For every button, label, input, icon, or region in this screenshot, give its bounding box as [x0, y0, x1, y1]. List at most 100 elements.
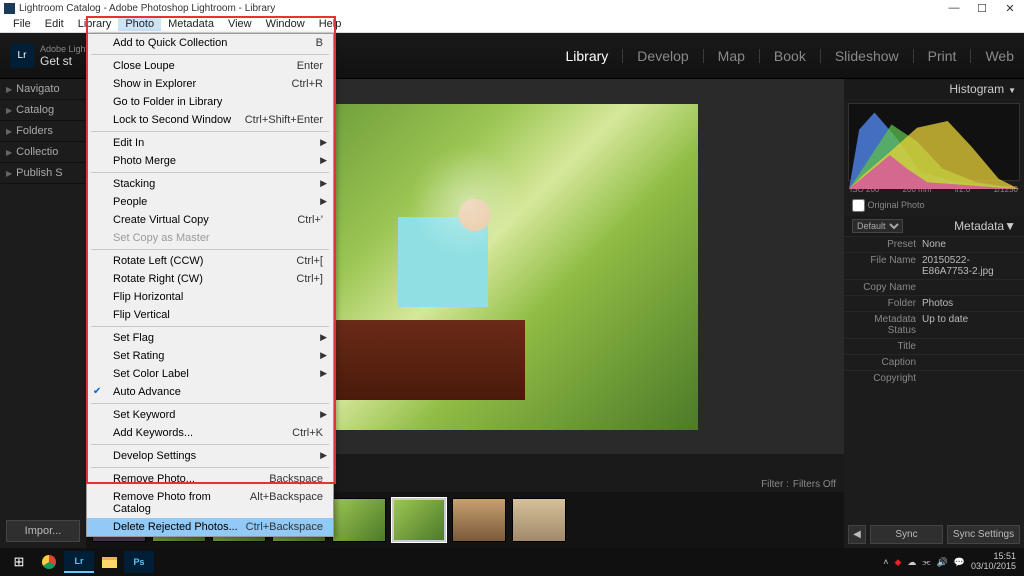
left-panel-publish s[interactable]: ▶Publish S — [0, 163, 86, 184]
start-button[interactable]: ⊞ — [4, 551, 34, 573]
taskbar-clock[interactable]: 15:51 03/10/2015 — [971, 552, 1020, 572]
menu-library[interactable]: Library — [71, 17, 119, 31]
histogram[interactable] — [848, 103, 1020, 181]
menu-item-go-to-folder-in-library[interactable]: Go to Folder in Library — [87, 93, 333, 111]
menu-edit[interactable]: Edit — [38, 17, 71, 31]
left-panel-navigato[interactable]: ▶Navigato — [0, 79, 86, 100]
menu-help[interactable]: Help — [312, 17, 349, 31]
menu-item-set-color-label[interactable]: Set Color Label▶ — [87, 365, 333, 383]
menu-item-people[interactable]: People▶ — [87, 193, 333, 211]
menu-view[interactable]: View — [221, 17, 259, 31]
menu-item-create-virtual-copy[interactable]: Create Virtual CopyCtrl+' — [87, 211, 333, 229]
metadata-row-caption[interactable]: Caption — [844, 354, 1024, 370]
metadata-row-file-name[interactable]: File Name20150522-E86A7753-2.jpg — [844, 252, 1024, 279]
menu-item-set-rating[interactable]: Set Rating▶ — [87, 347, 333, 365]
tray-app-icon[interactable]: ◆ — [894, 557, 901, 568]
metadata-row-metadata-status[interactable]: Metadata StatusUp to date — [844, 311, 1024, 338]
module-develop[interactable]: Develop — [637, 48, 688, 64]
taskbar-lightroom-icon[interactable]: Lr — [64, 551, 94, 573]
metadata-panel-header[interactable]: Default Metadata▼ — [844, 216, 1024, 236]
chevron-down-icon: ▼ — [1008, 86, 1016, 95]
tray-volume-icon[interactable]: 🔊 — [937, 557, 948, 568]
menu-file[interactable]: File — [6, 17, 38, 31]
tray-up-icon[interactable]: ˄ — [883, 557, 888, 567]
metadata-row-title[interactable]: Title — [844, 338, 1024, 354]
taskbar-photoshop-icon[interactable]: Ps — [124, 551, 154, 573]
menu-item-show-in-explorer[interactable]: Show in ExplorerCtrl+R — [87, 75, 333, 93]
filmstrip-thumb[interactable] — [332, 498, 386, 542]
taskbar-explorer-icon[interactable] — [94, 551, 124, 573]
menu-item-add-to-quick-collection[interactable]: Add to Quick CollectionB — [87, 34, 333, 52]
photo-menu-dropdown[interactable]: Add to Quick CollectionB Close LoupeEnter… — [86, 33, 334, 537]
module-book[interactable]: Book — [774, 48, 806, 64]
menu-item-auto-advance[interactable]: ✔Auto Advance — [87, 383, 333, 401]
menu-item-set-copy-as-master: Set Copy as Master — [87, 229, 333, 247]
histogram-panel-header[interactable]: Histogram▼ — [844, 79, 1024, 99]
menu-metadata[interactable]: Metadata — [161, 17, 221, 31]
metadata-row-folder[interactable]: FolderPhotos — [844, 295, 1024, 311]
filmstrip-thumb[interactable] — [512, 498, 566, 542]
filter-value[interactable]: Filters Off — [793, 479, 836, 490]
metadata-row-copyright[interactable]: Copyright — [844, 370, 1024, 386]
menu-item-develop-settings[interactable]: Develop Settings▶ — [87, 447, 333, 465]
menu-item-add-keywords[interactable]: Add Keywords...Ctrl+K — [87, 424, 333, 442]
menu-photo[interactable]: Photo — [118, 17, 161, 31]
menu-item-rotate-left-ccw[interactable]: Rotate Left (CCW)Ctrl+[ — [87, 252, 333, 270]
metadata-row-preset[interactable]: PresetNone — [844, 236, 1024, 252]
sync-button[interactable]: Sync — [870, 525, 943, 544]
import-button[interactable]: Impor... — [6, 520, 80, 542]
menu-item-stacking[interactable]: Stacking▶ — [87, 175, 333, 193]
menu-item-photo-merge[interactable]: Photo Merge▶ — [87, 152, 333, 170]
menu-item-remove-photo[interactable]: Remove Photo...Backspace — [87, 470, 333, 488]
metadata-row-copy-name[interactable]: Copy Name — [844, 279, 1024, 295]
metadata-preset-select[interactable]: Default — [852, 219, 903, 233]
module-library[interactable]: Library — [566, 48, 609, 64]
menu-item-flip-vertical[interactable]: Flip Vertical — [87, 306, 333, 324]
filmstrip-thumb[interactable] — [452, 498, 506, 542]
left-panel-folders[interactable]: ▶Folders — [0, 121, 86, 142]
sync-settings-button[interactable]: Sync Settings — [947, 525, 1020, 544]
menu-item-rotate-right-cw[interactable]: Rotate Right (CW)Ctrl+] — [87, 270, 333, 288]
system-tray[interactable]: ˄ ◆ ☁ ⫘ 🔊 💬 15:51 03/10/2015 — [883, 552, 1020, 572]
chevron-right-icon: ▶ — [320, 137, 327, 148]
module-slideshow[interactable]: Slideshow — [835, 48, 899, 64]
chevron-right-icon: ▶ — [320, 450, 327, 461]
close-button[interactable]: ✕ — [996, 2, 1024, 15]
minimize-button[interactable]: — — [940, 2, 968, 14]
metadata-label: Metadata — [954, 219, 1004, 233]
menu-item-lock-to-second-window[interactable]: Lock to Second WindowCtrl+Shift+Enter — [87, 111, 333, 129]
menu-item-set-keyword[interactable]: Set Keyword▶ — [87, 406, 333, 424]
menu-item-edit-in[interactable]: Edit In▶ — [87, 134, 333, 152]
menu-item-close-loupe[interactable]: Close LoupeEnter — [87, 57, 333, 75]
filmstrip-thumb-selected[interactable] — [392, 498, 446, 542]
filter-label: Filter : — [761, 479, 789, 490]
menu-window[interactable]: Window — [259, 17, 312, 31]
prev-photo-button[interactable]: ◀ — [848, 525, 866, 544]
maximize-button[interactable]: ☐ — [968, 2, 996, 15]
original-photo-row: Original Photo — [844, 197, 1024, 214]
left-panel: ▶Navigato▶Catalog▶Folders▶Collectio▶Publ… — [0, 79, 86, 548]
chevron-right-icon: ▶ — [6, 148, 12, 157]
module-map[interactable]: Map — [718, 48, 745, 64]
module-web[interactable]: Web — [985, 48, 1014, 64]
menu-item-delete-rejected-photos[interactable]: Delete Rejected Photos...Ctrl+Backspace — [87, 518, 333, 536]
left-panel-collectio[interactable]: ▶Collectio — [0, 142, 86, 163]
menu-item-set-flag[interactable]: Set Flag▶ — [87, 329, 333, 347]
menu-item-flip-horizontal[interactable]: Flip Horizontal — [87, 288, 333, 306]
menu-item-remove-photo-from-catalog[interactable]: Remove Photo from CatalogAlt+Backspace — [87, 488, 333, 518]
tray-notifications-icon[interactable]: 💬 — [954, 557, 965, 568]
tray-onedrive-icon[interactable]: ☁ — [907, 557, 916, 568]
chevron-down-icon: ▼ — [1004, 219, 1016, 233]
tray-network-icon[interactable]: ⫘ — [922, 557, 930, 568]
window-title: Lightroom Catalog - Adobe Photoshop Ligh… — [19, 3, 275, 14]
metadata-rows: PresetNoneFile Name20150522-E86A7753-2.j… — [844, 236, 1024, 386]
left-panel-catalog[interactable]: ▶Catalog — [0, 100, 86, 121]
windows-taskbar[interactable]: ⊞ Lr Ps ˄ ◆ ☁ ⫘ 🔊 💬 15:51 03/10/2015 — [0, 548, 1024, 576]
original-photo-checkbox[interactable] — [852, 199, 865, 212]
taskbar-chrome-icon[interactable] — [34, 551, 64, 573]
chevron-right-icon: ▶ — [320, 178, 327, 189]
module-tabs: Library Develop Map Book Slideshow Print Web — [566, 48, 1015, 64]
module-print[interactable]: Print — [928, 48, 957, 64]
clock-date: 03/10/2015 — [971, 562, 1016, 572]
check-icon: ✔ — [93, 386, 101, 397]
